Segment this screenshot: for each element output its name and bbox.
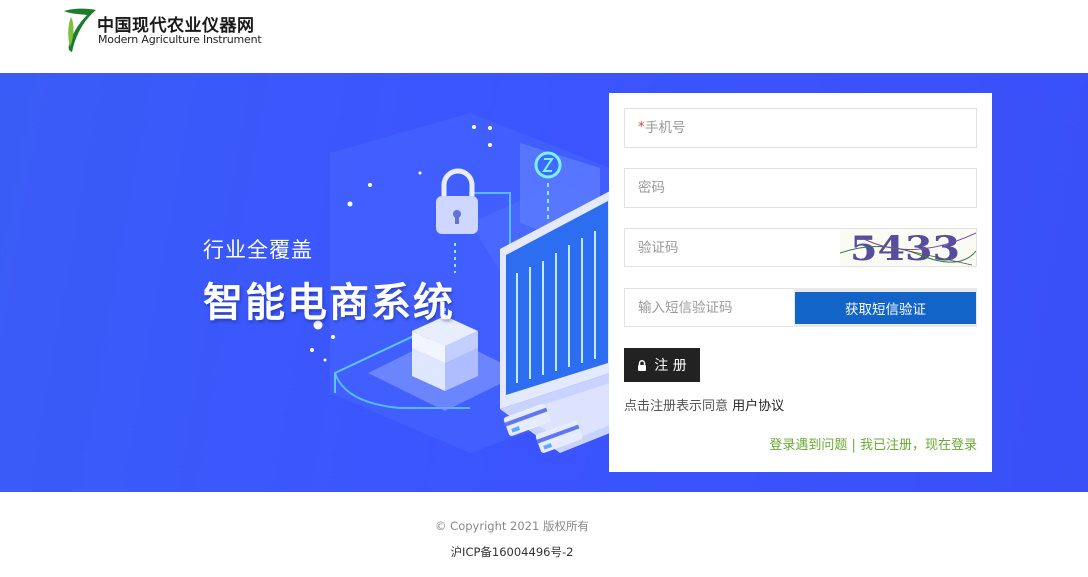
captcha-graphic: 5433 — [840, 229, 976, 266]
link-separator: | — [847, 438, 860, 453]
agreement-prefix: 点击注册表示同意 — [624, 399, 733, 414]
phone-input[interactable] — [625, 109, 976, 147]
register-button[interactable]: 注 册 — [624, 348, 700, 382]
site-logo[interactable]: 中国现代农业仪器网 Modern Agriculture Instrument — [63, 7, 273, 55]
go-login-link[interactable]: 我已注册，现在登录 — [860, 438, 977, 453]
leaf-logo-icon — [64, 8, 96, 52]
sms-code-input[interactable] — [625, 289, 794, 326]
lock-icon — [638, 359, 647, 371]
icp-record-link[interactable]: 沪ICP备16004496号-2 — [0, 544, 1024, 560]
banner-subtitle: 行业全覆盖 — [203, 238, 313, 262]
get-sms-code-button[interactable]: 获取短信验证 — [795, 292, 976, 324]
agreement-text: 点击注册表示同意 用户协议 — [624, 395, 784, 414]
password-input[interactable] — [625, 169, 976, 207]
register-form: * 5433 获取短信验证 注 册 点击注册表示同意 用户协议 登录遇到问题 |… — [609, 93, 992, 472]
captcha-field: 5433 — [624, 228, 977, 267]
password-field — [624, 168, 977, 208]
logo-english-name: Modern Agriculture Instrument — [98, 33, 262, 46]
account-links: 登录遇到问题 | 我已注册，现在登录 — [769, 434, 977, 453]
register-button-label: 注 册 — [654, 358, 687, 374]
login-help-link[interactable]: 登录遇到问题 — [769, 438, 847, 453]
copyright-text: © Copyright 2021 版权所有 — [435, 519, 589, 533]
banner-title: 智能电商系统 — [203, 280, 455, 326]
user-agreement-link[interactable]: 用户协议 — [732, 399, 784, 414]
sms-code-field — [624, 288, 795, 327]
site-header: 中国现代农业仪器网 Modern Agriculture Instrument — [0, 0, 1088, 73]
phone-field: * — [624, 108, 977, 148]
captcha-image[interactable]: 5433 — [840, 229, 976, 266]
required-mark: * — [638, 120, 645, 135]
